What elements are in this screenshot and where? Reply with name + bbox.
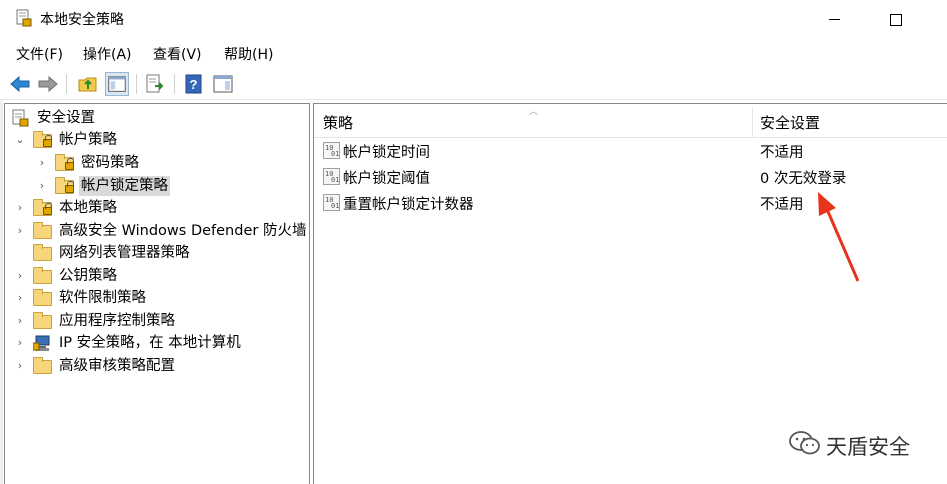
- policy-name: 帐户锁定阈值: [343, 171, 430, 187]
- back-arrow-icon[interactable]: [8, 72, 32, 96]
- tree-item-label: 高级审核策略配置: [59, 358, 175, 374]
- tree-item-application-control[interactable]: › 应用程序控制策略: [13, 310, 303, 332]
- ip-security-computer-icon: [33, 335, 50, 351]
- tree-item-account-policies[interactable]: ⌄ 帐户策略: [13, 129, 303, 151]
- tree-item-label: 应用程序控制策略: [59, 313, 175, 329]
- table-row[interactable]: 帐户锁定时间 不适用: [314, 138, 947, 164]
- column-divider[interactable]: [752, 108, 753, 138]
- menu-view[interactable]: 查看(V): [153, 44, 202, 64]
- folder-lock-icon: [55, 177, 75, 195]
- properties-icon[interactable]: [211, 72, 235, 96]
- policy-setting: 不适用: [760, 197, 804, 213]
- policy-name: 重置帐户锁定计数器: [343, 197, 474, 213]
- expand-chevron-icon[interactable]: ›: [35, 175, 49, 197]
- policy-setting: 不适用: [760, 145, 804, 161]
- expand-chevron-icon[interactable]: ›: [13, 220, 27, 242]
- maximize-button[interactable]: [872, 6, 918, 32]
- collapse-chevron-icon[interactable]: ⌄: [13, 129, 27, 151]
- expand-chevron-icon[interactable]: ›: [13, 355, 27, 377]
- menu-file[interactable]: 文件(F): [16, 44, 63, 64]
- toolbar-separator: [66, 74, 67, 94]
- tree-item-advanced-audit[interactable]: › 高级审核策略配置: [13, 355, 303, 377]
- up-folder-icon[interactable]: [76, 72, 100, 96]
- tree-item-label: 高级安全 Windows Defender 防火墙: [59, 223, 307, 239]
- window-title: 本地安全策略: [40, 12, 124, 28]
- help-icon[interactable]: ?: [182, 72, 206, 96]
- policy-icon: [323, 142, 340, 159]
- tree-item-public-key-policies[interactable]: › 公钥策略: [13, 265, 303, 287]
- tree-expander-empty: [13, 242, 27, 264]
- column-header-setting[interactable]: 安全设置: [760, 112, 820, 133]
- tree-item-label: 公钥策略: [59, 268, 117, 284]
- table-row[interactable]: 帐户锁定阈值 0 次无效登录: [314, 164, 947, 190]
- tree-item-account-lockout-policy[interactable]: › 帐户锁定策略: [35, 175, 295, 197]
- menu-action[interactable]: 操作(A): [83, 44, 132, 64]
- expand-chevron-icon[interactable]: ›: [13, 332, 27, 354]
- tree-root-label: 安全设置: [37, 110, 95, 126]
- toolbar-separator: [174, 74, 175, 94]
- policy-list-pane[interactable]: ︿ 策略 安全设置 帐户锁定时间 不适用 帐户锁定阈值 0 次无效登录 重置帐户…: [313, 103, 947, 484]
- list-header: ︿ 策略 安全设置: [314, 104, 947, 138]
- security-settings-icon: [12, 109, 29, 127]
- expand-chevron-icon[interactable]: ›: [13, 197, 27, 219]
- security-policy-app-icon: [16, 9, 32, 27]
- folder-icon: [33, 267, 53, 285]
- tree-item-network-list-manager[interactable]: 网络列表管理器策略: [13, 242, 303, 264]
- tree-item-ip-security[interactable]: › IP 安全策略，在 本地计算机: [13, 332, 303, 354]
- navigation-tree[interactable]: 安全设置 ⌄ 帐户策略 › 密码策略 › 帐户锁定策略 › 本地策略 › 高级安…: [4, 103, 310, 484]
- tree-item-password-policy[interactable]: › 密码策略: [35, 152, 295, 174]
- svg-text:?: ?: [190, 77, 198, 92]
- tree-item-defender-firewall[interactable]: › 高级安全 Windows Defender 防火墙: [13, 220, 309, 242]
- tree-item-software-restriction[interactable]: › 软件限制策略: [13, 287, 303, 309]
- expand-chevron-icon[interactable]: ›: [13, 310, 27, 332]
- left-edge-strip: [0, 100, 3, 484]
- folder-lock-icon: [33, 131, 53, 149]
- policy-icon: [323, 168, 340, 185]
- export-list-icon[interactable]: [143, 72, 167, 96]
- sort-caret-icon: ︿: [529, 107, 539, 117]
- folder-icon: [33, 357, 53, 375]
- folder-lock-icon: [55, 154, 75, 172]
- tree-item-label: 本地策略: [59, 200, 117, 216]
- tree-item-label: IP 安全策略，在 本地计算机: [59, 335, 241, 351]
- show-hide-tree-icon[interactable]: [105, 72, 129, 96]
- expand-chevron-icon[interactable]: ›: [13, 265, 27, 287]
- forward-arrow-icon[interactable]: [36, 72, 60, 96]
- tree-item-label: 密码策略: [81, 155, 139, 171]
- toolbar-separator: [136, 74, 137, 94]
- tree-item-label: 软件限制策略: [59, 290, 146, 306]
- folder-icon: [33, 222, 53, 240]
- column-header-policy[interactable]: 策略: [323, 112, 353, 133]
- policy-icon: [323, 194, 340, 211]
- wechat-logo-icon: [789, 431, 820, 455]
- toolbar: ?: [0, 68, 947, 100]
- title-bar: 本地安全策略: [0, 0, 947, 38]
- expand-chevron-icon[interactable]: ›: [35, 152, 49, 174]
- tree-item-label: 网络列表管理器策略: [59, 245, 190, 261]
- menu-help[interactable]: 帮助(H): [224, 44, 273, 64]
- menu-bar: 文件(F) 操作(A) 查看(V) 帮助(H): [0, 38, 947, 68]
- watermark-text: 天盾安全: [826, 435, 910, 459]
- minimize-button[interactable]: [812, 6, 858, 32]
- table-row[interactable]: 重置帐户锁定计数器 不适用: [314, 190, 947, 216]
- policy-name: 帐户锁定时间: [343, 145, 430, 161]
- folder-icon: [33, 312, 53, 330]
- policy-setting: 0 次无效登录: [760, 171, 847, 187]
- expand-chevron-icon[interactable]: ›: [13, 287, 27, 309]
- tree-root[interactable]: 安全设置: [11, 107, 301, 129]
- tree-item-local-policies[interactable]: › 本地策略: [13, 197, 303, 219]
- folder-icon: [33, 289, 53, 307]
- tree-item-label: 帐户策略: [59, 132, 117, 148]
- tree-item-label: 帐户锁定策略: [79, 176, 170, 196]
- folder-lock-icon: [33, 199, 53, 217]
- folder-icon: [33, 244, 53, 262]
